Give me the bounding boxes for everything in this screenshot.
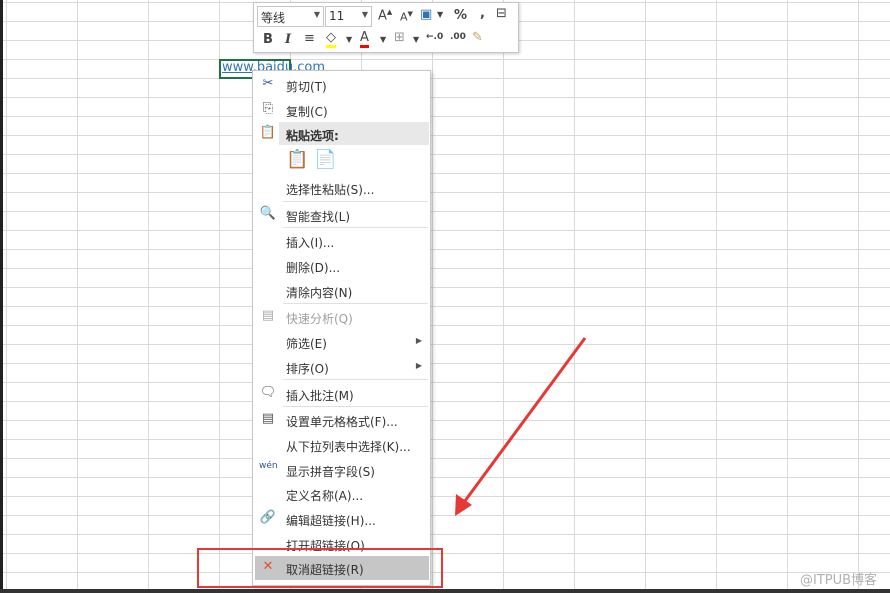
watermark: @ITPUB博客 <box>800 573 878 588</box>
annotation-arrow <box>455 337 587 516</box>
